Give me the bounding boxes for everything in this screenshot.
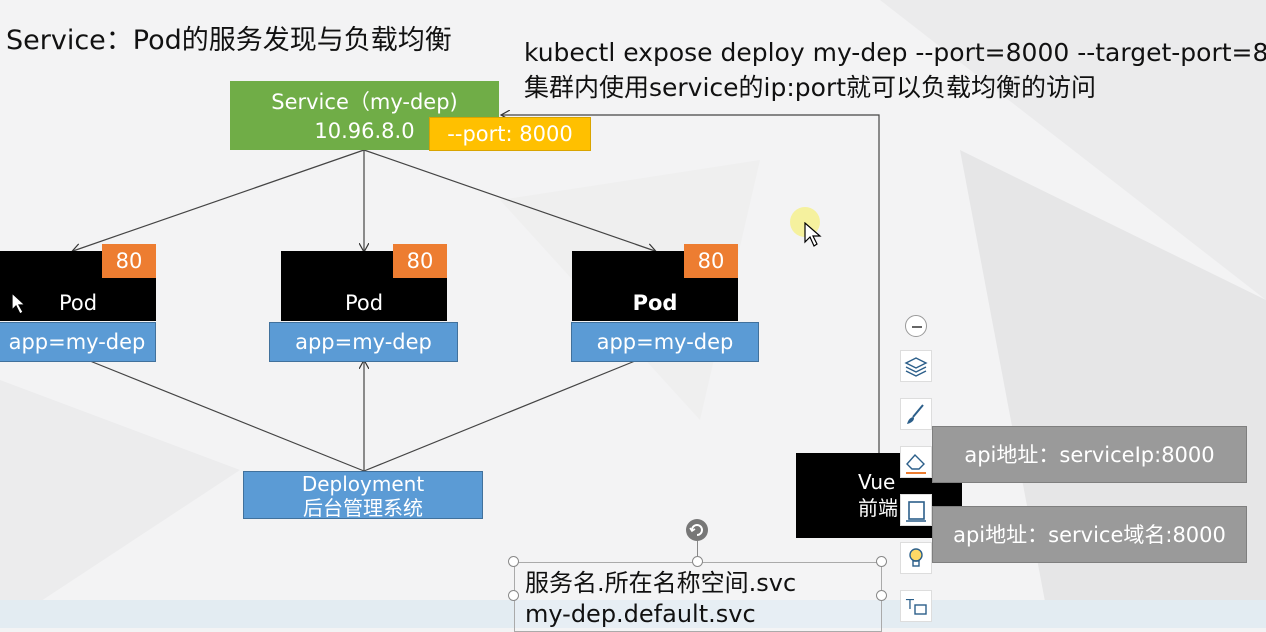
resize-handle[interactable] — [692, 556, 703, 567]
slide-title: Service：Pod的服务发现与负载均衡 — [6, 25, 452, 56]
dns-text-box[interactable]: 服务名.所在名称空间.svc my-dep.default.svc — [514, 562, 882, 632]
resize-handle[interactable] — [508, 590, 519, 601]
deployment-node: Deployment 后台管理系统 — [243, 471, 483, 520]
resize-handle[interactable] — [876, 590, 887, 601]
expose-command: kubectl expose deploy my-dep --port=8000… — [524, 38, 1266, 67]
minus-icon[interactable] — [905, 315, 927, 337]
api-note-service-ip: api地址：serviceIp:8000 — [932, 426, 1247, 483]
text-box-icon[interactable]: T — [900, 590, 932, 622]
frame-icon[interactable] — [900, 494, 932, 526]
service-port-badge: --port: 8000 — [429, 117, 591, 151]
deployment-name: Deployment — [301, 472, 425, 496]
access-description: 集群内使用service的ip:port就可以负载均衡的访问 — [524, 73, 1097, 102]
lightbulb-icon[interactable] — [900, 542, 932, 574]
line-pod-3-to-deployment — [363, 360, 636, 472]
service-name: Service（my-dep) — [271, 90, 458, 114]
pod-port-badge: 80 — [684, 244, 738, 278]
pod-name: Pod — [58, 291, 98, 315]
rotate-handle-stem — [697, 541, 698, 557]
deployment-desc: 后台管理系统 — [303, 496, 423, 520]
rotate-handle-icon[interactable] — [686, 519, 708, 541]
api-note-service-dns: api地址：service域名:8000 — [932, 506, 1247, 563]
line-pod-1-to-deployment — [89, 360, 365, 472]
pod-port-badge: 80 — [393, 244, 447, 278]
arrow-service-to-pod-1 — [73, 149, 365, 251]
resize-handle[interactable] — [508, 556, 519, 567]
eraser-icon[interactable] — [900, 446, 932, 478]
mouse-pointer-icon — [804, 222, 822, 247]
pod-label: app=my-dep — [0, 322, 156, 362]
arrow-service-to-pod-3 — [363, 149, 655, 251]
dns-example-text: my-dep.default.svc — [525, 600, 756, 628]
brush-icon[interactable] — [900, 398, 932, 430]
dns-format-text: 服务名.所在名称空间.svc — [525, 569, 797, 597]
pod-port-badge: 80 — [102, 244, 156, 278]
pod-label: app=my-dep — [571, 322, 759, 362]
svg-text:T: T — [905, 598, 914, 613]
pod-name: Pod — [344, 291, 384, 315]
layers-icon[interactable] — [900, 350, 932, 382]
pod-label: app=my-dep — [269, 322, 458, 362]
resize-handle[interactable] — [876, 556, 887, 567]
pod-name: Pod — [632, 291, 678, 315]
mouse-pointer-icon — [11, 292, 27, 315]
